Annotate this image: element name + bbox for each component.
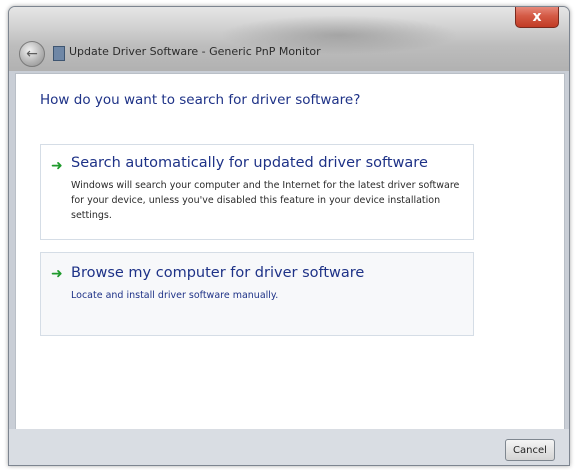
cancel-button[interactable]: Cancel xyxy=(505,439,555,461)
option-title: Search automatically for updated driver … xyxy=(71,155,428,171)
green-arrow-icon: ➜ xyxy=(51,158,63,174)
green-arrow-icon: ➜ xyxy=(51,266,63,282)
close-icon: x xyxy=(532,9,542,25)
option-description: Locate and install driver software manua… xyxy=(71,290,279,301)
back-arrow-icon: ← xyxy=(26,46,38,62)
window-title: Update Driver Software - Generic PnP Mon… xyxy=(69,45,321,58)
device-manager-icon xyxy=(53,46,65,61)
back-button[interactable]: ← xyxy=(19,41,45,67)
title-bar: x ← Update Driver Software - Generic PnP… xyxy=(9,7,569,71)
dialog-footer: Cancel xyxy=(9,429,569,465)
search-automatically-option[interactable]: ➜ Search automatically for updated drive… xyxy=(40,144,474,240)
option-description: Windows will search your computer and th… xyxy=(71,180,460,221)
option-title: Browse my computer for driver software xyxy=(71,265,365,281)
page-heading: How do you want to search for driver sof… xyxy=(40,92,361,108)
browse-computer-option[interactable]: ➜ Browse my computer for driver software… xyxy=(40,252,474,336)
dialog-content: How do you want to search for driver sof… xyxy=(15,73,565,431)
dialog-window: x ← Update Driver Software - Generic PnP… xyxy=(8,6,570,466)
close-button[interactable]: x xyxy=(515,7,559,28)
